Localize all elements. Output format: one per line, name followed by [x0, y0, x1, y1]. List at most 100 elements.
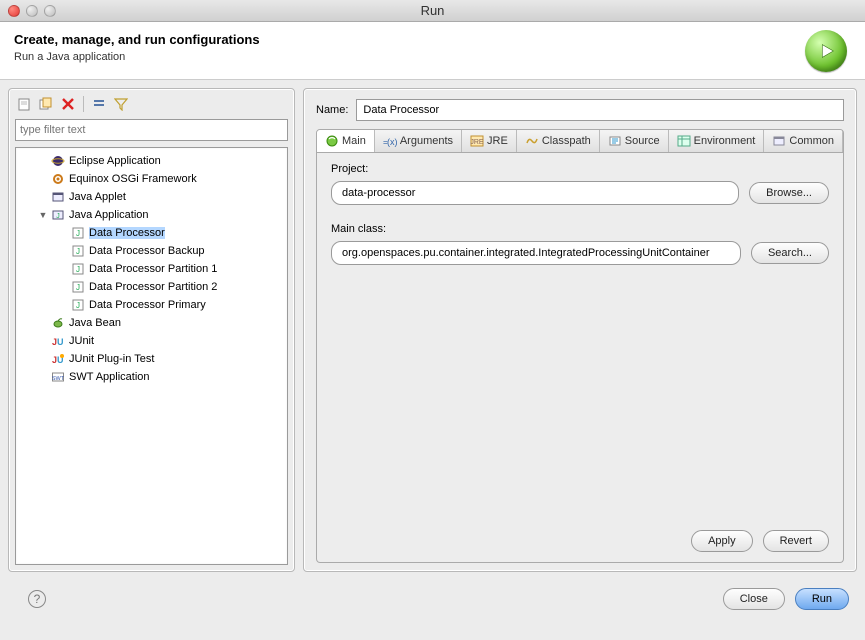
tab-label: Source [625, 135, 660, 147]
java-run-icon: J [70, 297, 86, 313]
config-toolbar [9, 89, 294, 117]
tab-bar: Main(x)=ArgumentsJREJREClasspathSourceEn… [316, 129, 844, 153]
header-title: Create, manage, and run configurations [14, 32, 851, 47]
tree-item-label: Equinox OSGi Framework [69, 173, 197, 185]
bean-icon [50, 315, 66, 331]
collapse-all-icon[interactable] [90, 95, 108, 113]
tree-item[interactable]: J Data Processor Primary [18, 296, 285, 314]
tab-label: JRE [487, 135, 508, 147]
tab-main-body: Project: Browse... Main class: Search...… [316, 153, 844, 563]
tree-item[interactable]: ▼ J Java Application [18, 206, 285, 224]
tree-item-label: Java Bean [69, 317, 121, 329]
close-button[interactable]: Close [723, 588, 785, 610]
apply-button[interactable]: Apply [691, 530, 753, 552]
tree-item[interactable]: J Data Processor Partition 2 [18, 278, 285, 296]
config-tree[interactable]: Eclipse Application Equinox OSGi Framewor… [16, 148, 287, 390]
dialog-footer: ? Close Run [0, 580, 865, 624]
xargs-icon: (x)= [383, 134, 397, 148]
browse-button[interactable]: Browse... [749, 182, 829, 204]
header-subtitle: Run a Java application [14, 51, 851, 63]
tab-environment[interactable]: Environment [669, 130, 765, 152]
source-icon [608, 134, 622, 148]
tree-item-label: SWT Application [69, 371, 150, 383]
svg-text:J: J [76, 247, 80, 256]
svg-text:J: J [76, 229, 80, 238]
svg-text:(x): (x) [387, 137, 397, 147]
help-icon[interactable]: ? [28, 590, 46, 608]
project-label: Project: [331, 163, 829, 175]
java-run-icon: J [70, 261, 86, 277]
tree-item[interactable]: JUJUnit [18, 332, 285, 350]
tree-item-label: Java Applet [69, 191, 126, 203]
applet-icon [50, 189, 66, 205]
svg-text:J: J [76, 283, 80, 292]
filter-icon[interactable] [112, 95, 130, 113]
tab-label: Environment [694, 135, 756, 147]
delete-config-icon[interactable] [59, 95, 77, 113]
mainclass-label: Main class: [331, 223, 829, 235]
green-circle-icon [325, 134, 339, 148]
tree-item-label: Data Processor Partition 2 [89, 281, 217, 293]
tab-label: Main [342, 135, 366, 147]
configurations-panel: Eclipse Application Equinox OSGi Framewor… [8, 88, 295, 572]
new-config-icon[interactable] [15, 95, 33, 113]
disclosure-open-icon[interactable]: ▼ [36, 210, 50, 220]
filter-input[interactable] [15, 119, 288, 141]
classpath-icon [525, 134, 539, 148]
tab-common[interactable]: Common [764, 130, 843, 152]
tab-arguments[interactable]: (x)=Arguments [375, 130, 462, 152]
tree-item[interactable]: Java Bean [18, 314, 285, 332]
java-run-icon: J [70, 225, 86, 241]
revert-button[interactable]: Revert [763, 530, 829, 552]
name-label: Name: [316, 104, 348, 116]
tree-item[interactable]: Eclipse Application [18, 152, 285, 170]
tree-item-label: Eclipse Application [69, 155, 161, 167]
name-input[interactable] [356, 99, 844, 121]
dialog-header: Create, manage, and run configurations R… [0, 22, 865, 80]
tree-item-label: Data Processor Primary [89, 299, 206, 311]
project-input[interactable] [331, 181, 739, 205]
tab-classpath[interactable]: Classpath [517, 130, 600, 152]
tab-source[interactable]: Source [600, 130, 669, 152]
mainclass-input[interactable] [331, 241, 741, 265]
tab-label: Classpath [542, 135, 591, 147]
common-icon [772, 134, 786, 148]
tree-item[interactable]: J Data Processor [18, 224, 285, 242]
tree-item[interactable]: Equinox OSGi Framework [18, 170, 285, 188]
svg-text:J: J [56, 213, 60, 220]
svg-text:J: J [76, 301, 80, 310]
java-run-icon: J [70, 279, 86, 295]
junitplug-icon: JU [50, 351, 66, 367]
run-button[interactable]: Run [795, 588, 849, 610]
tree-item[interactable]: Java Applet [18, 188, 285, 206]
svg-text:J: J [76, 265, 80, 274]
titlebar: Run [0, 0, 865, 22]
svg-text:SWT: SWT [52, 376, 65, 382]
swt-icon: SWT [50, 369, 66, 385]
search-button[interactable]: Search... [751, 242, 829, 264]
java-icon: J [50, 207, 66, 223]
svg-text:JRE: JRE [470, 139, 484, 146]
svg-text:U: U [57, 337, 64, 347]
tab-main[interactable]: Main [317, 130, 375, 152]
tree-item[interactable]: J Data Processor Backup [18, 242, 285, 260]
tree-item[interactable]: JUJUnit Plug-in Test [18, 350, 285, 368]
tree-item-label: JUnit [69, 335, 94, 347]
tree-item-label: Data Processor [89, 227, 165, 239]
eclipse-icon [50, 153, 66, 169]
window-title: Run [0, 3, 865, 18]
tree-item[interactable]: JData Processor Partition 1 [18, 260, 285, 278]
run-icon [805, 30, 847, 72]
tab-jre[interactable]: JREJRE [462, 130, 517, 152]
tree-item[interactable]: SWT SWT Application [18, 368, 285, 386]
tree-item-label: Data Processor Backup [89, 245, 205, 257]
junit-icon: JU [50, 333, 66, 349]
tree-item-label: Java Application [69, 209, 149, 221]
osgi-icon [50, 171, 66, 187]
svg-text:=: = [383, 138, 388, 147]
tree-item-label: JUnit Plug-in Test [69, 353, 154, 365]
duplicate-config-icon[interactable] [37, 95, 55, 113]
tab-label: Common [789, 135, 834, 147]
java-run-icon: J [70, 243, 86, 259]
jre-icon: JRE [470, 134, 484, 148]
